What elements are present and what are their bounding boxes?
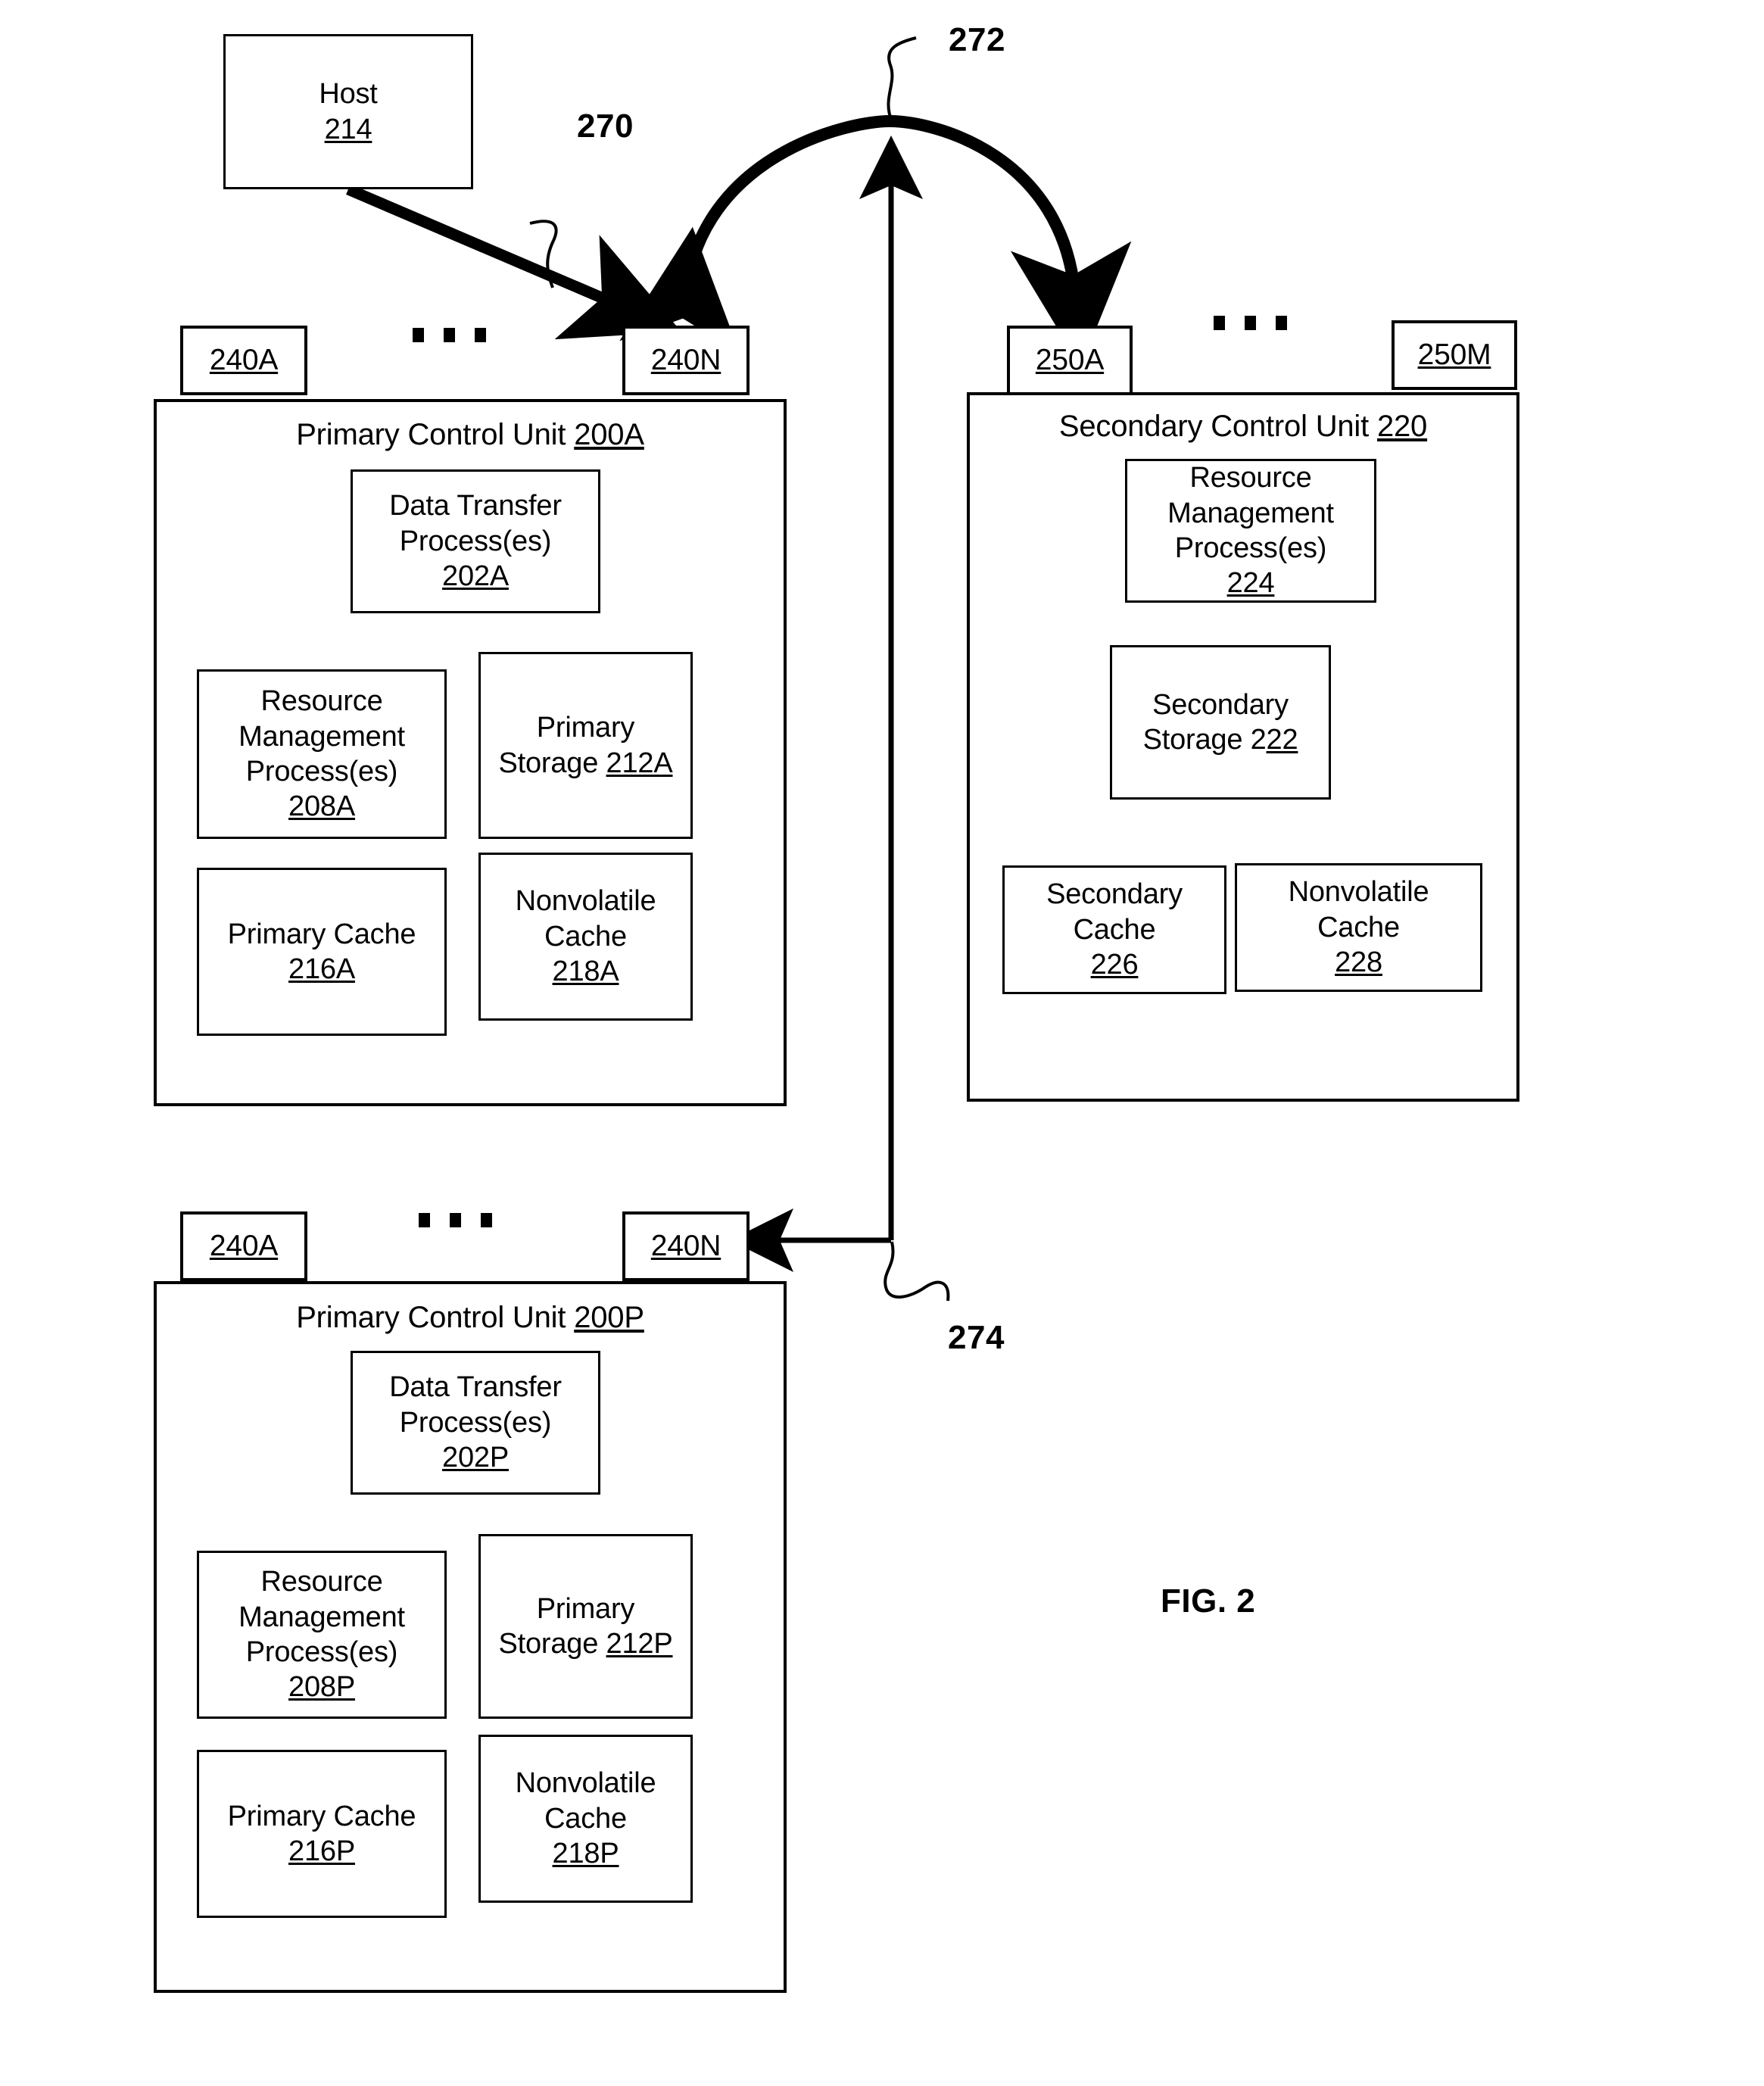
unit-title-ref: 200P (574, 1301, 644, 1334)
patent-figure-2: Host 214 270 272 274 240A 240N Primary C… (0, 0, 1764, 2086)
port-240n-bottom[interactable]: 240N (622, 1211, 750, 1281)
box-ref: 216A (288, 953, 355, 985)
port-240a-top[interactable]: 240A (180, 326, 307, 395)
callout-270: 270 (577, 108, 634, 145)
box-line-3: Process(es) (1174, 532, 1327, 564)
port-250a[interactable]: 250A (1007, 326, 1133, 395)
primary-control-unit-200p[interactable]: Primary Control Unit 200P Data Transfer … (154, 1281, 787, 1993)
port-240a-bottom[interactable]: 240A (180, 1211, 307, 1281)
unit-title-ref: 200A (574, 418, 644, 451)
ellipsis-ports-top-left (413, 328, 486, 342)
box-line-2: Cache (544, 920, 627, 953)
box-ref: 22 (1266, 724, 1298, 756)
ellipsis-ports-right (1214, 316, 1287, 330)
resource-management-process-box-208p[interactable]: Resource Management Process(es) 208P (197, 1551, 447, 1719)
unit-title-ref: 220 (1376, 410, 1428, 443)
box-line-1: Resource (260, 685, 383, 718)
unit-title: Primary Control Unit 200P (296, 1301, 644, 1334)
box-line-1: Nonvolatile (1288, 876, 1429, 909)
box-line-2: Storage 222 (1142, 724, 1298, 756)
data-transfer-process-box-202p[interactable]: Data Transfer Process(es) 202P (351, 1351, 600, 1495)
secondary-storage-box-222[interactable]: Secondary Storage 222 (1110, 645, 1331, 800)
port-label: 240N (650, 344, 721, 377)
figure-label: FIG. 2 (1161, 1582, 1256, 1620)
box-line-2: Storage 212A (498, 747, 673, 779)
box-ref: 212A (606, 747, 673, 779)
nonvolatile-cache-box-218p[interactable]: Nonvolatile Cache 218P (478, 1735, 693, 1903)
primary-cache-box-216a[interactable]: Primary Cache 216A (197, 868, 447, 1036)
box-ref: 218A (552, 956, 619, 988)
host-label: Host (319, 78, 378, 111)
box-line-1: Primary Cache (227, 1800, 416, 1832)
port-label: 250A (1035, 344, 1105, 377)
box-line-1: Nonvolatile (515, 885, 656, 918)
leader-270 (529, 220, 558, 288)
port-label: 240A (209, 344, 279, 377)
box-ref: 202A (442, 560, 509, 593)
box-ref: 212P (606, 1628, 673, 1660)
box-ref: 218P (552, 1838, 619, 1870)
box-line-1: Primary (536, 712, 635, 744)
box-ref: 208P (288, 1671, 355, 1704)
box-ref: 202P (442, 1442, 509, 1474)
data-transfer-process-box-202a[interactable]: Data Transfer Process(es) 202A (351, 469, 600, 613)
secondary-control-unit-220[interactable]: Secondary Control Unit 220 Resource Mana… (967, 392, 1519, 1102)
interconnect-arc-272 (619, 114, 1132, 367)
box-line-1: Data Transfer (389, 490, 562, 522)
box-line-2: Storage 212P (498, 1628, 673, 1660)
host-to-port-arrow (346, 184, 681, 340)
secondary-cache-box-226[interactable]: Secondary Cache 226 (1002, 865, 1226, 994)
callout-274: 274 (948, 1319, 1005, 1356)
box-ref: 228 (1335, 946, 1382, 979)
box-line-2: Management (238, 720, 405, 753)
resource-management-process-box-208a[interactable]: Resource Management Process(es) 208A (197, 669, 447, 839)
unit-title: Secondary Control Unit 220 (1058, 410, 1428, 443)
port-label: 240N (650, 1230, 721, 1263)
unit-title: Primary Control Unit 200A (296, 418, 644, 451)
box-line-3: Process(es) (245, 1636, 398, 1668)
primary-storage-box-212p[interactable]: Primary Storage 212P (478, 1534, 693, 1719)
primary-storage-box-212a[interactable]: Primary Storage 212A (478, 652, 693, 839)
box-line-2: Cache (1073, 913, 1156, 946)
box-line-2: Cache (1317, 911, 1400, 943)
box-line-1: Data Transfer (389, 1371, 562, 1404)
primary-control-unit-200a[interactable]: Primary Control Unit 200A Data Transfer … (154, 399, 787, 1106)
box-line-1: Primary (536, 1592, 635, 1625)
primary-cache-box-216p[interactable]: Primary Cache 216P (197, 1750, 447, 1918)
box-line-1: Secondary (1046, 878, 1183, 911)
port-label: 240A (209, 1230, 279, 1263)
port-240n-top[interactable]: 240N (622, 326, 750, 395)
box-ref: 208A (288, 790, 355, 823)
box-line-2: Process(es) (399, 525, 552, 557)
box-line-3: Process(es) (245, 756, 398, 787)
host-ref: 214 (324, 113, 372, 145)
box-line-1: Nonvolatile (515, 1767, 656, 1800)
port-label: 250M (1417, 338, 1491, 372)
resource-management-process-box-224[interactable]: Resource Management Process(es) 224 (1125, 459, 1376, 603)
box-line-1: Secondary (1152, 688, 1289, 721)
ellipsis-ports-bottom-left (419, 1213, 492, 1227)
leader-274 (884, 1241, 950, 1302)
box-ref: 224 (1226, 567, 1275, 600)
box-line-2: Management (1167, 497, 1334, 529)
leader-272 (887, 36, 917, 122)
box-line-2: Management (238, 1601, 405, 1633)
box-ref: 216P (288, 1835, 355, 1867)
port-250m[interactable]: 250M (1392, 320, 1517, 390)
box-line-2: Process(es) (399, 1406, 552, 1439)
nonvolatile-cache-box-228[interactable]: Nonvolatile Cache 228 (1235, 863, 1482, 992)
callout-272: 272 (949, 21, 1005, 58)
box-ref: 226 (1090, 949, 1139, 981)
nonvolatile-cache-box-218a[interactable]: Nonvolatile Cache 218A (478, 853, 693, 1021)
box-line-2: Cache (544, 1802, 627, 1835)
box-line-1: Resource (260, 1566, 383, 1598)
box-line-1: Primary Cache (227, 918, 416, 950)
box-line-1: Resource (1189, 462, 1312, 494)
host-box[interactable]: Host 214 (223, 34, 473, 189)
